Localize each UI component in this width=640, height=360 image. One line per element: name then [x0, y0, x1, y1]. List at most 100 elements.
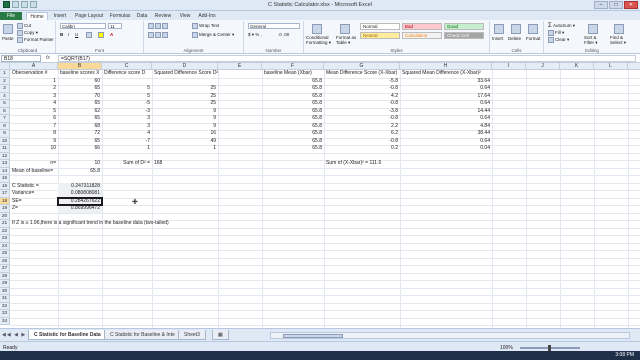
format-as-table-button[interactable]: Format as Table ▾ [336, 35, 358, 45]
cell-squared-mean-difference[interactable]: 38.44 [400, 130, 492, 138]
cell-baseline-mean[interactable]: 65.8 [262, 93, 324, 101]
insert-button[interactable]: Insert [492, 36, 503, 41]
zoom-slider[interactable] [520, 345, 580, 351]
cell-baseline-mean[interactable]: 65.8 [262, 138, 324, 146]
column-header-c[interactable]: C [102, 63, 152, 70]
column-header-a[interactable]: A [10, 63, 58, 70]
horizontal-scrollbar[interactable] [270, 332, 630, 339]
column-header-h[interactable]: H [400, 63, 492, 70]
cell-squared-mean-difference[interactable]: 17.64 [400, 93, 492, 101]
sheet-tab-sheet3[interactable]: Sheet3 [178, 330, 206, 340]
name-box[interactable]: B18 [1, 55, 41, 62]
cell-squared-mean-difference[interactable]: 0.64 [400, 138, 492, 146]
cell-mean-difference[interactable]: -0.8 [324, 115, 400, 123]
style-calculation[interactable]: Calculation [402, 32, 442, 39]
cell-baseline-score[interactable]: 66 [58, 145, 102, 153]
column-header-f[interactable]: F [262, 63, 324, 70]
style-neutral[interactable]: Neutral [360, 32, 400, 39]
new-sheet-icon[interactable]: ▦ [212, 330, 229, 340]
cell-baseline-mean[interactable]: 65.8 [262, 145, 324, 153]
cell-squared-mean-difference[interactable]: 0.64 [400, 100, 492, 108]
underline-button[interactable]: U [75, 32, 78, 37]
row-header-10[interactable]: 10 [0, 137, 10, 145]
cell-a13[interactable]: n= [10, 160, 58, 168]
selected-cell-b18[interactable] [57, 196, 103, 206]
row-header-1[interactable]: 1 [0, 70, 10, 78]
row-header-18[interactable]: 18 [0, 197, 10, 205]
cell-squared-mean-difference[interactable]: 0.64 [400, 85, 492, 93]
cell-baseline-score[interactable]: 68 [58, 123, 102, 131]
cell-a18[interactable]: SE= [10, 198, 58, 206]
cell-difference-score[interactable]: 5 [102, 93, 152, 101]
sort-filter-button[interactable]: Sort & Filter ▾ [584, 35, 606, 45]
column-header-l[interactable]: L [594, 63, 628, 70]
cell-mean-difference[interactable]: 4.2 [324, 93, 400, 101]
row-header-27[interactable]: 27 [0, 265, 10, 273]
row-header-19[interactable]: 19 [0, 205, 10, 213]
cell-baseline-mean[interactable]: 65.8 [262, 123, 324, 131]
cell-a14[interactable]: Mean of baseline= [10, 168, 58, 176]
bold-button[interactable]: B [60, 32, 63, 37]
cell-b1[interactable]: baseline scores X [58, 70, 102, 78]
cell-a17[interactable]: Variance= [10, 190, 58, 198]
copy-button[interactable]: Copy ▾ [17, 30, 38, 36]
cell-baseline-score[interactable]: 65 [58, 138, 102, 146]
cell-squared-difference[interactable]: 49 [152, 138, 218, 146]
row-header-9[interactable]: 9 [0, 130, 10, 138]
tab-add-ins[interactable]: Add-Ins [196, 12, 218, 20]
spreadsheet-grid[interactable]: ABCDEFGHIJKLMN12345678910111213141516171… [0, 63, 640, 328]
cell-difference-score[interactable]: 1 [102, 145, 152, 153]
cell-baseline-mean[interactable]: 65.8 [262, 100, 324, 108]
cell-a1[interactable]: Oberservation # [10, 70, 58, 78]
font-size-select[interactable]: 11 [108, 23, 122, 29]
row-header-20[interactable]: 20 [0, 212, 10, 220]
cell-d13[interactable]: 168 [152, 160, 218, 168]
insert-function-icon[interactable]: fx [46, 55, 50, 61]
cell-mean-difference[interactable]: -3.8 [324, 108, 400, 116]
cell-baseline-mean[interactable]: 65.8 [262, 130, 324, 138]
cell-mean-difference[interactable]: -5.8 [324, 78, 400, 86]
cell-baseline-score[interactable]: 65 [58, 85, 102, 93]
fill-color-icon[interactable] [98, 32, 105, 38]
cell-baseline-mean[interactable]: 65.8 [262, 115, 324, 123]
column-header-e[interactable]: E [218, 63, 262, 70]
cell-b13[interactable]: 10 [58, 160, 102, 168]
cell-observation[interactable]: 10 [10, 145, 58, 153]
minimize-button[interactable]: – [594, 1, 608, 9]
row-header-34[interactable]: 34 [0, 317, 10, 325]
close-button[interactable]: ✕ [624, 1, 638, 9]
cell-baseline-score[interactable]: 65 [58, 115, 102, 123]
cell-squared-mean-difference[interactable]: 33.64 [400, 78, 492, 86]
cell-d1[interactable]: Squared Difference Score D² [152, 70, 218, 78]
column-header-b[interactable]: B [58, 63, 102, 70]
cell-baseline-mean[interactable]: 65.8 [262, 85, 324, 93]
borders-icon[interactable] [86, 32, 93, 38]
align-top-icon[interactable] [148, 23, 169, 29]
cell-h1[interactable]: Squared Mean Difference (X-Xbar)² [400, 70, 492, 78]
merge-center-button[interactable]: Merge & Center ▾ [192, 32, 234, 38]
cell-squared-mean-difference[interactable]: 4.84 [400, 123, 492, 131]
autosum-button[interactable]: Σ AutoSum ▾ [548, 23, 575, 29]
row-header-14[interactable]: 14 [0, 167, 10, 175]
conditional-formatting-button[interactable]: Conditional Formatting ▾ [306, 35, 334, 45]
row-header-26[interactable]: 26 [0, 257, 10, 265]
style-good[interactable]: Good [444, 23, 484, 30]
cell-squared-difference[interactable]: 1 [152, 145, 218, 153]
cell-mean-difference[interactable]: -0.8 [324, 138, 400, 146]
paste-icon[interactable] [3, 24, 13, 34]
row-header-23[interactable]: 23 [0, 235, 10, 243]
tab-home[interactable]: Home [26, 12, 48, 20]
format-painter-button[interactable]: Format Painter [17, 37, 54, 43]
row-header-31[interactable]: 31 [0, 295, 10, 303]
font-name-select[interactable]: Calibri [60, 23, 106, 29]
row-header-30[interactable]: 30 [0, 287, 10, 295]
column-header-d[interactable]: D [152, 63, 218, 70]
cell-c13[interactable]: Sum of D² = [102, 160, 152, 168]
cell-baseline-score[interactable]: 62 [58, 108, 102, 116]
align-left-icon[interactable] [148, 32, 169, 38]
cell-baseline-score[interactable]: 72 [58, 130, 102, 138]
cell-observation[interactable]: 4 [10, 100, 58, 108]
select-all-corner[interactable] [0, 63, 10, 70]
number-format-select[interactable]: General [248, 23, 300, 29]
tab-view[interactable]: View [176, 12, 194, 20]
